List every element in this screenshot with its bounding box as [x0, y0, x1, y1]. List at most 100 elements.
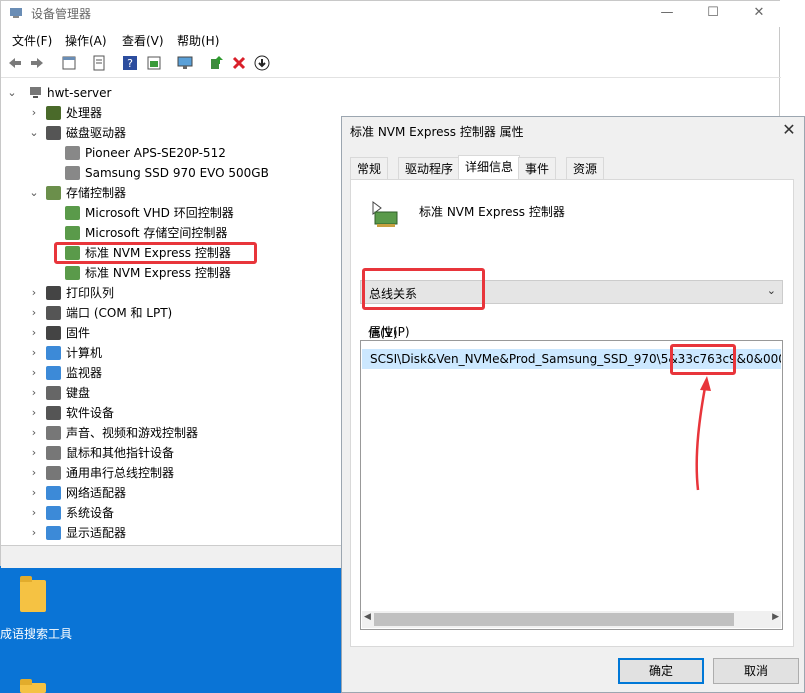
scroll-left-icon[interactable]: ◀: [364, 612, 371, 622]
tree-item-label: Samsung SSD 970 EVO 500GB: [85, 166, 269, 180]
expand-icon[interactable]: ›: [29, 323, 39, 343]
tree-device-item[interactable]: Microsoft 存储空间控制器: [1, 223, 331, 243]
minimize-button[interactable]: —: [644, 1, 690, 27]
uninstall-icon[interactable]: [231, 55, 247, 71]
tree-category[interactable]: › 网络适配器: [1, 483, 331, 503]
svg-text:?: ?: [127, 57, 133, 70]
folder-icon[interactable]: [20, 679, 46, 693]
folder-icon[interactable]: [20, 576, 46, 612]
sound-icon: [46, 426, 61, 440]
expand-icon[interactable]: ›: [29, 483, 39, 503]
expand-icon[interactable]: ›: [29, 443, 39, 463]
expand-icon[interactable]: ›: [29, 283, 39, 303]
expand-icon[interactable]: ›: [29, 403, 39, 423]
menu-action[interactable]: 操作(A): [65, 32, 107, 49]
network-adapter-icon: [46, 486, 61, 500]
maximize-button[interactable]: ☐: [690, 1, 736, 27]
value-label: 值(V): [368, 326, 398, 340]
storage-controller-icon: [65, 206, 80, 220]
tree-item-label: 端口 (COM 和 LPT): [66, 306, 173, 320]
cancel-button[interactable]: 取消: [713, 658, 799, 684]
back-icon[interactable]: [7, 55, 23, 71]
expand-icon[interactable]: ›: [29, 523, 39, 543]
properties-icon[interactable]: [61, 55, 77, 71]
tree-category[interactable]: › 端口 (COM 和 LPT): [1, 303, 331, 323]
show-hidden-icon[interactable]: [91, 55, 107, 71]
menu-help[interactable]: 帮助(H): [177, 32, 219, 49]
tree-device-item[interactable]: Pioneer APS-SE20P-512: [1, 143, 331, 163]
scroll-right-icon[interactable]: ▶: [772, 612, 779, 622]
tree-item-label: 鼠标和其他指针设备: [66, 446, 175, 460]
expand-icon[interactable]: ›: [29, 343, 39, 363]
menu-bar: 文件(F) 操作(A) 查看(V) 帮助(H): [1, 29, 781, 51]
device-manager-app-icon: [10, 8, 22, 18]
tree-category[interactable]: › 打印队列: [1, 283, 331, 303]
expand-icon[interactable]: ›: [29, 363, 39, 383]
tree-item-label: 计算机: [66, 346, 103, 360]
expand-icon[interactable]: ›: [29, 103, 39, 123]
tree-category[interactable]: › 软件设备: [1, 403, 331, 423]
menu-view[interactable]: 查看(V): [122, 32, 164, 49]
disk-icon: [65, 166, 80, 180]
collapse-icon[interactable]: ⌄: [29, 123, 39, 143]
firmware-icon: [46, 326, 61, 340]
tree-item-label: 标准 NVM Express 控制器: [85, 266, 231, 280]
desktop-icon-label[interactable]: 成语搜索工具: [0, 625, 72, 642]
tree-device-item[interactable]: Samsung SSD 970 EVO 500GB: [1, 163, 331, 183]
tree-root-label: hwt-server: [47, 86, 112, 100]
tree-category[interactable]: › 固件: [1, 323, 331, 343]
display-adapter-icon: [46, 526, 61, 540]
update-driver-icon[interactable]: [208, 55, 224, 71]
highlight-value-segment: [670, 344, 736, 375]
tab-events[interactable]: 事件: [518, 157, 557, 179]
tree-device-item[interactable]: Microsoft VHD 环回控制器: [1, 203, 331, 223]
forward-icon[interactable]: [29, 55, 45, 71]
tree-category[interactable]: › 通用串行总线控制器: [1, 463, 331, 483]
device-name: 标准 NVM Express 控制器: [419, 205, 565, 219]
tree-category[interactable]: › 鼠标和其他指针设备: [1, 443, 331, 463]
highlight-tree-item: [54, 242, 257, 264]
tab-driver[interactable]: 驱动程序: [398, 157, 461, 179]
tab-general[interactable]: 常规: [350, 157, 389, 179]
tree-item-label: 显示适配器: [66, 526, 127, 540]
expand-icon[interactable]: ›: [29, 423, 39, 443]
expand-icon[interactable]: ›: [29, 503, 39, 523]
menu-file[interactable]: 文件(F): [12, 32, 52, 49]
properties-dialog: 标准 NVM Express 控制器 属性 ✕ 常规 驱动程序 详细信息 事件 …: [341, 116, 805, 693]
tree-category[interactable]: › 键盘: [1, 383, 331, 403]
expand-icon[interactable]: ›: [29, 383, 39, 403]
tab-resources[interactable]: 资源: [566, 157, 605, 179]
software-device-icon: [46, 406, 61, 420]
ok-button[interactable]: 确定: [618, 658, 704, 684]
computer-icon: [46, 346, 61, 360]
system-device-icon: [46, 506, 61, 520]
horizontal-scrollbar[interactable]: ◀ ▶: [362, 611, 781, 628]
collapse-icon[interactable]: ⌄: [7, 83, 17, 103]
tree-category[interactable]: ⌄ 存储控制器: [1, 183, 331, 203]
chevron-down-icon[interactable]: ⌄: [767, 284, 776, 297]
tree-category[interactable]: › 处理器: [1, 103, 331, 123]
tree-item-label: Microsoft VHD 环回控制器: [85, 206, 234, 220]
help-icon[interactable]: ?: [122, 55, 138, 71]
expand-icon[interactable]: ›: [29, 303, 39, 323]
tree-device-item[interactable]: 标准 NVM Express 控制器: [1, 263, 331, 283]
tree-category[interactable]: ⌄ 磁盘驱动器: [1, 123, 331, 143]
tree-category[interactable]: › 计算机: [1, 343, 331, 363]
collapse-icon[interactable]: ⌄: [29, 183, 39, 203]
scrollbar-thumb[interactable]: [374, 613, 734, 626]
tree-category[interactable]: › 系统设备: [1, 503, 331, 523]
storage-controller-icon: [65, 226, 80, 240]
tree-category[interactable]: › 声音、视频和游戏控制器: [1, 423, 331, 443]
expand-icon[interactable]: ›: [29, 463, 39, 483]
scan-icon[interactable]: [254, 55, 270, 71]
view-icon[interactable]: [146, 55, 162, 71]
tree-root[interactable]: ⌄ hwt-server: [1, 83, 331, 103]
close-button[interactable]: ✕: [736, 1, 782, 27]
dialog-close-button[interactable]: ✕: [774, 117, 804, 143]
title-bar[interactable]: 设备管理器 — ☐ ✕: [1, 1, 781, 27]
tab-details[interactable]: 详细信息: [458, 155, 521, 180]
tree-category[interactable]: › 显示适配器: [1, 523, 331, 543]
tree-item-label: Pioneer APS-SE20P-512: [85, 146, 226, 160]
tree-category[interactable]: › 监视器: [1, 363, 331, 383]
monitor-icon[interactable]: [177, 55, 193, 71]
